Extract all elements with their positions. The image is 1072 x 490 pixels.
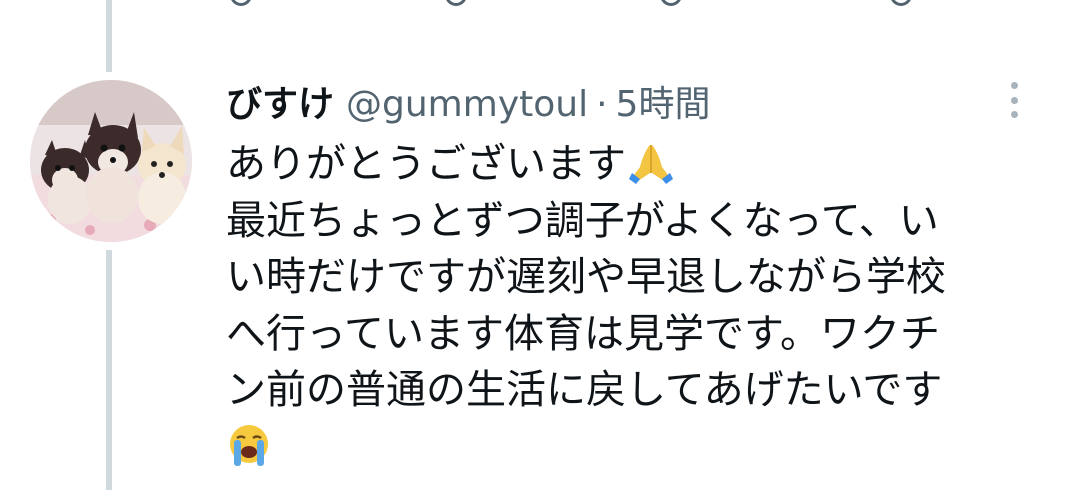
more-dot-icon [1010,82,1018,89]
tweet-text-line [226,419,1046,476]
tweet-header: びすけ @gummytoul · 5時間 [226,78,710,132]
like-icon[interactable] [660,0,682,6]
author-handle[interactable]: @gummytoul [346,78,588,132]
folded-hands-icon [629,145,673,184]
more-dot-icon [1010,96,1018,104]
tweet-text-segment: ありがとうございます [226,141,626,187]
previous-tweet-actions [230,0,930,8]
tweet-text-line: へ行っています体育は見学です。ワクチ [226,310,940,357]
share-icon[interactable] [890,0,912,6]
loudly-crying-face-icon [230,424,268,466]
thread-connector-line-bottom [106,250,112,490]
tweet-text: ありがとうございます 最近ちょっとずつ調子がよくなって、い い時だけですが遅刻や… [226,136,1046,475]
tweet-text-line: ン前の普通の生活に戻してあげたいです [226,367,943,413]
avatar-photo [30,80,192,242]
more-dot-icon [1010,111,1018,118]
reply-icon[interactable] [230,0,252,6]
avatar[interactable] [30,80,192,242]
author-name[interactable]: びすけ [226,78,334,132]
tweet-text-line: ありがとうございます [226,136,1046,193]
tweet-text-line: 最近ちょっとずつ調子がよくなって、い [226,197,939,244]
thread-connector-line-top [106,0,112,72]
tweet-text-line: い時だけですが遅刻や早退しながら学校 [226,254,946,300]
retweet-icon[interactable] [445,0,467,6]
tweet-timestamp[interactable]: 5時間 [616,78,711,132]
more-options-button[interactable] [1000,80,1028,120]
separator-dot: · [596,84,608,125]
